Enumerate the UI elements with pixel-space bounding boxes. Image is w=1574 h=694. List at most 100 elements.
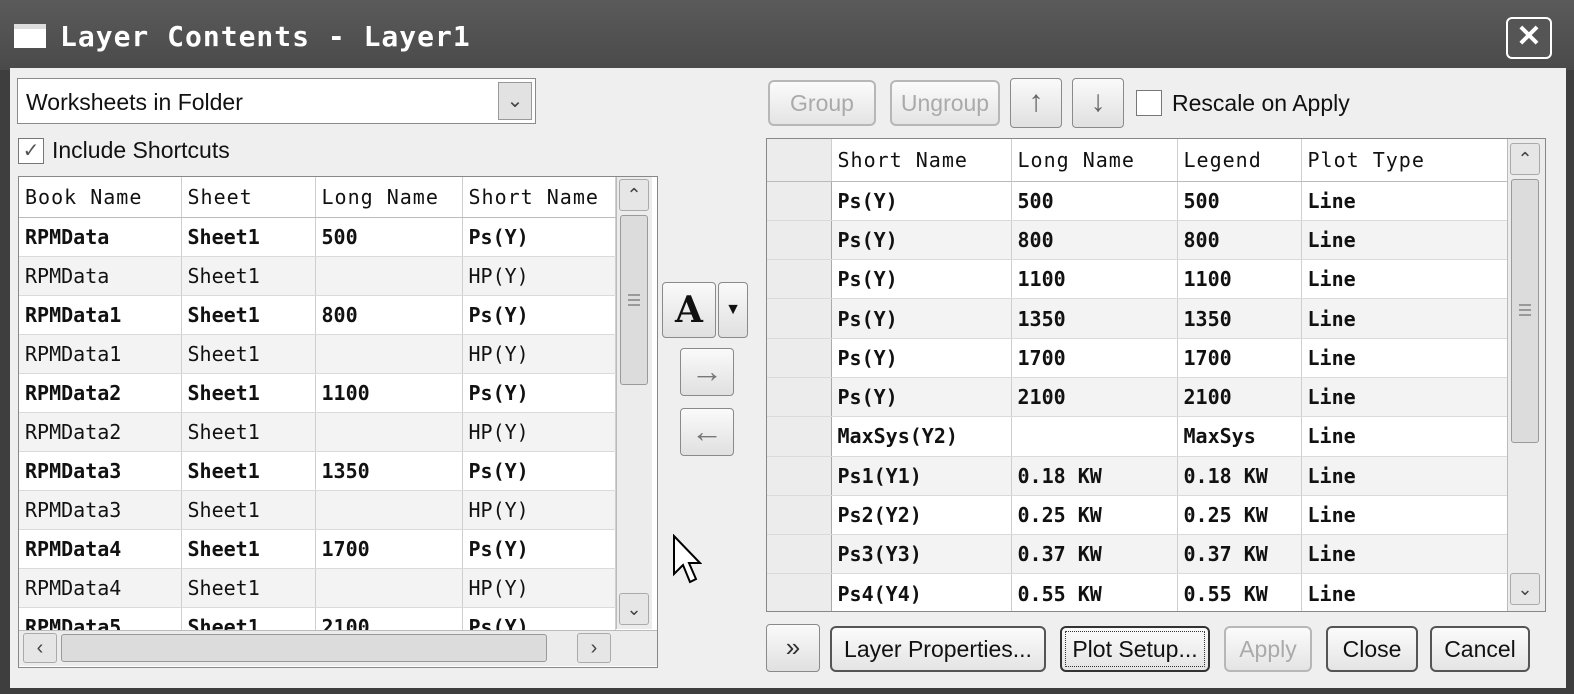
right-scroll-thumb[interactable] xyxy=(1511,179,1539,443)
left-vertical-scrollbar[interactable]: ⌃ ⌄ xyxy=(616,177,652,629)
row-selector[interactable] xyxy=(767,338,832,378)
cell-short: Ps(Y) xyxy=(831,298,1012,339)
table-row[interactable]: Ps(Y) 500 500 Line xyxy=(767,181,1508,221)
table-row[interactable]: Ps(Y) 1700 1700 Line xyxy=(767,338,1508,378)
title-bar[interactable]: Layer Contents - Layer1 ✕ xyxy=(0,0,1574,70)
table-row[interactable]: Ps1(Y1) 0.18 KW 0.18 KW Line xyxy=(767,456,1508,496)
column-header-short-name[interactable]: Short Name xyxy=(462,177,616,218)
move-up-button[interactable]: ↑ xyxy=(1010,78,1062,128)
include-shortcuts-checkbox[interactable]: ✓ xyxy=(18,138,44,164)
close-window-icon[interactable]: ✕ xyxy=(1506,17,1552,59)
table-row[interactable]: RPMData4 Sheet1 1700 Ps(Y) xyxy=(19,529,616,569)
table-row[interactable]: Ps(Y) 2100 2100 Line xyxy=(767,377,1508,418)
cell-type: Line xyxy=(1301,416,1508,457)
scroll-down-icon[interactable]: ⌄ xyxy=(619,593,649,625)
scroll-left-icon[interactable]: ‹ xyxy=(23,633,57,663)
font-dropdown-icon[interactable]: ▼ xyxy=(718,282,748,338)
column-header-short-name[interactable]: Short Name xyxy=(831,139,1012,182)
table-row[interactable]: Ps(Y) 1350 1350 Line xyxy=(767,298,1508,339)
chevron-down-icon[interactable]: ⌄ xyxy=(498,82,532,120)
cancel-button[interactable]: Cancel xyxy=(1430,626,1530,672)
row-selector[interactable] xyxy=(767,181,832,221)
table-row[interactable]: RPMData1 Sheet1 800 Ps(Y) xyxy=(19,295,616,335)
row-selector[interactable] xyxy=(767,416,832,457)
right-vertical-scrollbar[interactable]: ⌃ ⌄ xyxy=(1507,139,1545,611)
cell-long: 800 xyxy=(315,295,463,335)
column-header-long-name[interactable]: Long Name xyxy=(315,177,463,218)
cell-long xyxy=(1011,416,1178,457)
left-scroll-thumb[interactable] xyxy=(620,215,648,385)
table-row[interactable]: Ps(Y) 1100 1100 Line xyxy=(767,259,1508,300)
cell-short: Ps(Y) xyxy=(831,181,1012,221)
column-header-long-name[interactable]: Long Name xyxy=(1011,139,1178,182)
cell-short: HP(Y) xyxy=(462,412,616,452)
cell-long: 0.25 KW xyxy=(1011,495,1178,536)
table-row[interactable]: Ps3(Y3) 0.37 KW 0.37 KW Line xyxy=(767,534,1508,575)
table-row[interactable]: RPMData2 Sheet1 1100 Ps(Y) xyxy=(19,373,616,413)
layer-properties-button[interactable]: Layer Properties... xyxy=(830,626,1046,672)
cell-short: Ps(Y) xyxy=(462,451,616,491)
table-row[interactable]: RPMData3 Sheet1 1350 Ps(Y) xyxy=(19,451,616,491)
cell-long: 1100 xyxy=(315,373,463,413)
apply-button[interactable]: Apply xyxy=(1224,626,1312,672)
ungroup-button[interactable]: Ungroup xyxy=(890,80,1000,126)
move-down-button[interactable]: ↓ xyxy=(1072,78,1124,128)
window-icon xyxy=(14,24,46,48)
cell-long: 800 xyxy=(1011,220,1178,261)
cell-type: Line xyxy=(1301,298,1508,339)
cell-long xyxy=(315,412,463,452)
row-selector[interactable] xyxy=(767,220,832,261)
left-horizontal-scrollbar[interactable]: ‹ › xyxy=(19,630,657,666)
row-selector[interactable] xyxy=(767,298,832,339)
cell-book: RPMData xyxy=(19,256,182,296)
add-to-layer-button[interactable]: → xyxy=(680,348,734,396)
table-row[interactable]: RPMData1 Sheet1 HP(Y) xyxy=(19,334,616,374)
rescale-on-apply-checkbox[interactable] xyxy=(1136,90,1162,116)
cell-type: Line xyxy=(1301,338,1508,378)
scroll-up-icon[interactable]: ⌃ xyxy=(619,179,649,211)
close-button[interactable]: Close xyxy=(1326,626,1418,672)
cell-type: Line xyxy=(1301,495,1508,536)
font-button[interactable]: A xyxy=(662,282,716,338)
remove-from-layer-button[interactable]: ← xyxy=(680,408,734,456)
cell-type: Line xyxy=(1301,220,1508,261)
scroll-up-icon[interactable]: ⌃ xyxy=(1510,143,1540,175)
source-select[interactable]: Worksheets in Folder ⌄ xyxy=(17,78,536,124)
table-row[interactable]: Ps2(Y2) 0.25 KW 0.25 KW Line xyxy=(767,495,1508,536)
scroll-down-icon[interactable]: ⌄ xyxy=(1510,573,1540,605)
table-row[interactable]: RPMData Sheet1 HP(Y) xyxy=(19,256,616,296)
cell-book: RPMData4 xyxy=(19,529,182,569)
row-selector[interactable] xyxy=(767,377,832,418)
plot-setup-button[interactable]: Plot Setup... xyxy=(1060,626,1210,672)
row-selector[interactable] xyxy=(767,573,832,611)
expand-button[interactable]: » xyxy=(766,624,820,672)
row-selector[interactable] xyxy=(767,534,832,575)
cell-long: 0.55 KW xyxy=(1011,573,1178,611)
left-hscroll-thumb[interactable] xyxy=(61,634,547,662)
column-header-plot-type[interactable]: Plot Type xyxy=(1301,139,1508,182)
table-row[interactable]: MaxSys(Y2) MaxSys Line xyxy=(767,416,1508,457)
column-header-legend[interactable]: Legend xyxy=(1177,139,1302,182)
column-header-sheet[interactable]: Sheet xyxy=(181,177,316,218)
table-row[interactable]: Ps4(Y4) 0.55 KW 0.55 KW Line xyxy=(767,573,1508,611)
mouse-cursor-icon xyxy=(673,534,702,584)
row-selector[interactable] xyxy=(767,259,832,300)
column-header-book-name[interactable]: Book Name xyxy=(19,177,182,218)
rescale-on-apply-label: Rescale on Apply xyxy=(1172,90,1350,116)
cell-short: HP(Y) xyxy=(462,334,616,374)
cell-short: Ps4(Y4) xyxy=(831,573,1012,611)
row-selector[interactable] xyxy=(767,495,832,536)
table-row[interactable]: RPMData2 Sheet1 HP(Y) xyxy=(19,412,616,452)
scroll-right-icon[interactable]: › xyxy=(577,633,611,663)
table-row[interactable]: Ps(Y) 800 800 Line xyxy=(767,220,1508,261)
row-selector[interactable] xyxy=(767,456,832,496)
group-button[interactable]: Group xyxy=(768,80,876,126)
cell-book: RPMData1 xyxy=(19,295,182,335)
table-row[interactable]: RPMData3 Sheet1 HP(Y) xyxy=(19,490,616,530)
cell-short: Ps(Y) xyxy=(462,529,616,569)
table-row[interactable]: RPMData Sheet1 500 Ps(Y) xyxy=(19,217,616,257)
cell-sheet: Sheet1 xyxy=(181,451,316,491)
cell-sheet: Sheet1 xyxy=(181,490,316,530)
table-row[interactable]: RPMData4 Sheet1 HP(Y) xyxy=(19,568,616,608)
row-selector-header[interactable] xyxy=(767,139,832,182)
